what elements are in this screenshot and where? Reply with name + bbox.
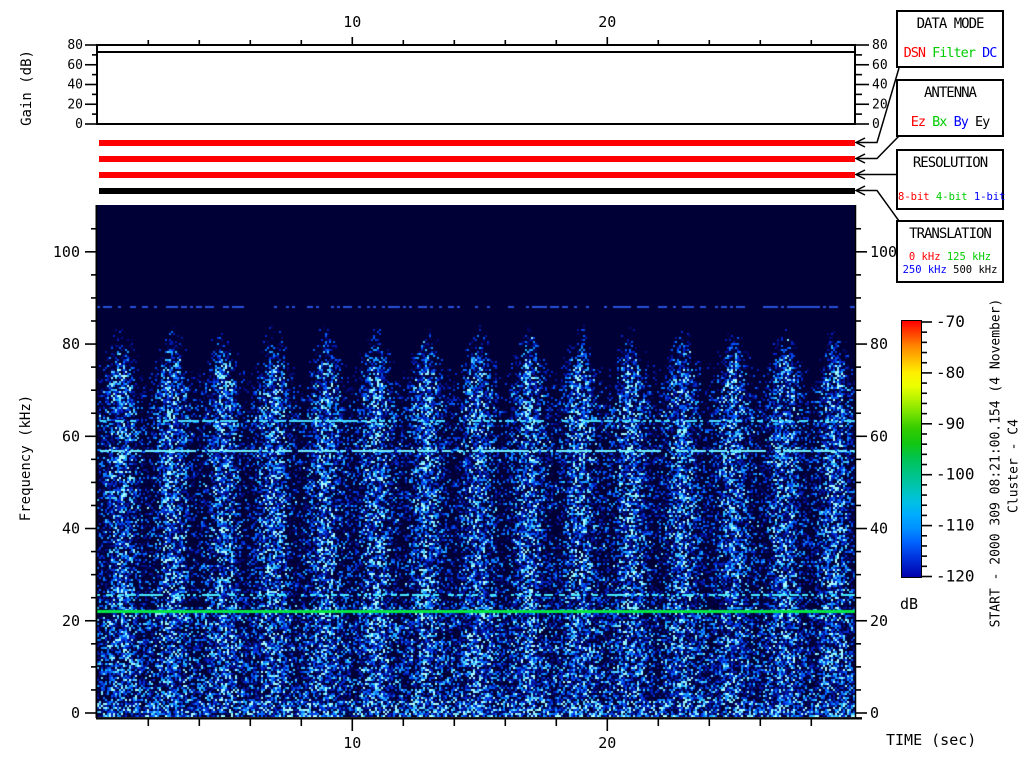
panel-title: ANTENNA <box>923 85 977 101</box>
gain-tick-label: 40 <box>872 78 888 93</box>
arrowhead-icon <box>854 137 866 148</box>
panel-connector-line <box>857 135 900 160</box>
status-bar-1 <box>99 156 855 162</box>
panel-translation: TRANSLATION 0 kHz 125 kHz 250 kHz 500 kHz <box>896 220 1004 283</box>
gain-axis-label: Gain (dB) <box>19 50 35 126</box>
panel-resolution: RESOLUTION 8-bit 4-bit 1-bit <box>896 149 1005 210</box>
panel-value-filter: Filter <box>925 45 976 61</box>
panel-connector-line <box>857 189 900 222</box>
panel-value-125-khz: 125 kHz <box>940 251 992 263</box>
gain-tick-label: 0 <box>75 117 83 132</box>
freq-tick-label: 80 <box>870 335 888 353</box>
colorbar-tick-label: -100 <box>936 465 975 484</box>
panel-title: DATA MODE <box>916 16 985 32</box>
colorbar-tick-label: -110 <box>936 516 975 535</box>
freq-tick-label: 100 <box>870 243 897 261</box>
gain-tick-label: 80 <box>872 38 888 53</box>
frequency-axis-label: Frequency (kHz) <box>18 394 34 522</box>
gain-tick-label: 20 <box>872 97 888 112</box>
colorbar-tick-label: -120 <box>936 567 975 586</box>
panel-value-dsn: DSN <box>903 45 926 61</box>
freq-tick-label: 80 <box>62 335 80 353</box>
panel-value-bx: Bx <box>925 114 947 130</box>
panel-values: Ez Bx By Ey <box>898 114 1002 130</box>
wbd-spectrogram-display: 0 0 20 20 40 40 60 60 80 80 10 20 10 20 0 0 20 20 40 40 60 60… <box>0 0 1024 768</box>
panel-value-4-bit: 4-bit <box>929 191 968 203</box>
panel-data-mode: DATA MODE DSN Filter DC <box>896 10 1004 68</box>
freq-tick-label: 0 <box>71 704 80 722</box>
gain-tick-label: 80 <box>67 38 83 53</box>
freq-tick-label: 40 <box>62 520 80 538</box>
panel-connector-line <box>857 67 900 144</box>
freq-tick-label: 60 <box>870 427 888 445</box>
gain-tick-label: 20 <box>67 97 83 112</box>
panel-value-ey: Ey <box>967 114 990 130</box>
gain-tick-label: 60 <box>67 58 83 73</box>
arrowhead-icon <box>854 153 866 164</box>
spectrogram-heatmap <box>97 205 855 717</box>
bottom-tick-label: 20 <box>598 734 616 752</box>
panel-antenna: ANTENNA Ez Bx By Ey <box>896 79 1004 137</box>
colorbar-tick-label: -90 <box>936 414 965 433</box>
panel-values: DSN Filter DC <box>898 45 1002 61</box>
panel-title: RESOLUTION <box>912 155 988 171</box>
status-bar-2 <box>99 172 855 178</box>
panel-values: 8-bit 4-bit 1-bit <box>898 191 1005 203</box>
panel-value-1-bit: 1-bit <box>967 191 1006 203</box>
colorbar-tick-label: -80 <box>936 363 965 382</box>
panel-title: TRANSLATION <box>909 226 992 242</box>
spacecraft-annotation: Cluster - C4 <box>1006 419 1022 513</box>
panel-rows: 0 kHz 125 kHz 250 kHz 500 kHz <box>898 251 1002 277</box>
gain-tick-label: 60 <box>872 58 888 73</box>
panel-value-ez: Ez <box>910 114 926 130</box>
freq-tick-label: 60 <box>62 427 80 445</box>
panel-value-0-khz: 0 kHz <box>908 251 941 263</box>
top-tick-label: 10 <box>343 13 361 31</box>
freq-tick-label: 20 <box>870 612 888 630</box>
status-bar-3 <box>99 188 855 194</box>
panel-value-500-khz: 500 kHz <box>946 264 998 276</box>
freq-tick-label: 100 <box>53 243 80 261</box>
colorbar <box>901 320 922 578</box>
time-axis-label: TIME (sec) <box>886 731 977 749</box>
freq-tick-label: 40 <box>870 520 888 538</box>
freq-tick-label: 20 <box>62 612 80 630</box>
start-time-annotation: START - 2000 309 08:21:00.154 (4 Novembe… <box>988 298 1004 628</box>
panel-value-by: By <box>946 114 969 130</box>
gain-tick-label: 0 <box>872 117 880 132</box>
arrowhead-icon <box>854 185 866 196</box>
colorbar-tick-label: -70 <box>936 312 965 331</box>
panel-value-8-bit: 8-bit <box>898 191 930 203</box>
gain-tick-label: 40 <box>67 78 83 93</box>
colorbar-unit-label: dB <box>900 595 919 613</box>
bottom-tick-label: 10 <box>343 734 361 752</box>
gain-plot-frame <box>96 44 856 125</box>
panel-value-dc: DC <box>974 45 997 61</box>
panel-row: 0 kHz 125 kHz <box>898 251 1002 264</box>
freq-tick-label: 0 <box>870 704 879 722</box>
status-bar-0 <box>99 140 855 146</box>
top-tick-label: 20 <box>598 13 616 31</box>
panel-value-250-khz: 250 kHz <box>902 264 947 276</box>
panel-row: 250 kHz 500 kHz <box>898 264 1002 277</box>
arrowhead-icon <box>854 169 866 180</box>
